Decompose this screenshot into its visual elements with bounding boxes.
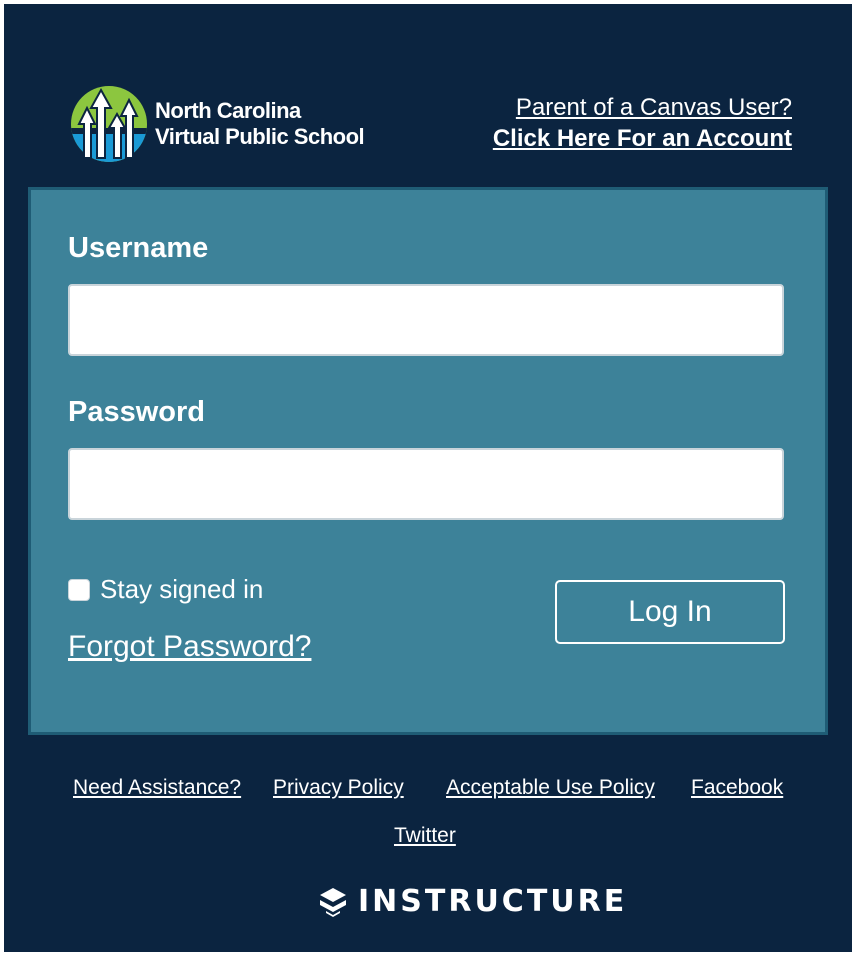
twitter-link[interactable]: Twitter bbox=[394, 824, 456, 848]
instructure-wordmark: INSTRUCTURE bbox=[358, 884, 628, 919]
username-label: Username bbox=[68, 232, 209, 264]
school-name-line1: North Carolina bbox=[155, 98, 301, 123]
instructure-logo-icon bbox=[320, 887, 346, 917]
login-form-panel: Username Password Stay signed in Forgot … bbox=[28, 187, 828, 735]
school-logo[interactable]: North Carolina Virtual Public School bbox=[69, 83, 389, 165]
password-input[interactable] bbox=[68, 448, 784, 520]
parent-question-link[interactable]: Parent of a Canvas User? bbox=[493, 92, 792, 123]
acceptable-use-policy-link[interactable]: Acceptable Use Policy bbox=[446, 776, 655, 800]
stay-signed-in[interactable]: Stay signed in bbox=[68, 574, 263, 605]
privacy-policy-link[interactable]: Privacy Policy bbox=[273, 776, 404, 800]
stay-signed-in-label: Stay signed in bbox=[100, 574, 264, 604]
login-button[interactable]: Log In bbox=[555, 580, 785, 644]
school-logo-icon bbox=[71, 86, 147, 162]
username-input[interactable] bbox=[68, 284, 784, 356]
password-label: Password bbox=[68, 396, 205, 428]
login-page: North Carolina Virtual Public School Par… bbox=[4, 4, 852, 952]
facebook-link[interactable]: Facebook bbox=[691, 776, 783, 800]
parent-account-links: Parent of a Canvas User? Click Here For … bbox=[493, 92, 792, 154]
stay-signed-in-checkbox[interactable] bbox=[68, 578, 90, 601]
instructure-brand[interactable]: INSTRUCTURE bbox=[318, 884, 627, 919]
forgot-password-link[interactable]: Forgot Password? bbox=[68, 630, 311, 664]
create-parent-account-link[interactable]: Click Here For an Account bbox=[493, 123, 792, 154]
school-name: North Carolina Virtual Public School bbox=[155, 98, 365, 150]
need-assistance-link[interactable]: Need Assistance? bbox=[73, 776, 241, 800]
school-name-line2: Virtual Public School bbox=[155, 124, 365, 149]
